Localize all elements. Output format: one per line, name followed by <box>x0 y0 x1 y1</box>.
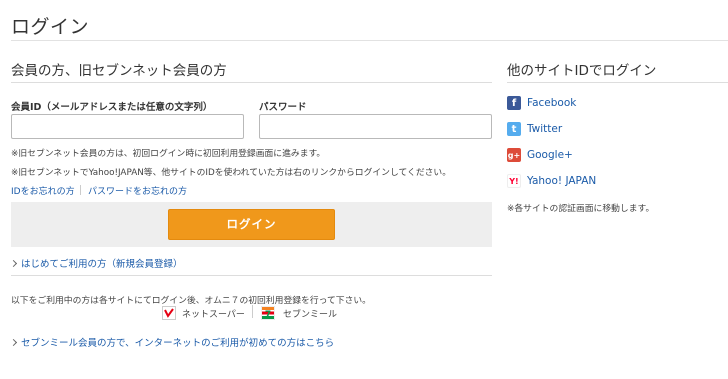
member-section-title: 会員の方、旧セブンネット会員の方 <box>11 63 227 79</box>
netsuper-brand: ネットスーパー <box>162 306 245 320</box>
page-title: ログイン <box>11 16 90 38</box>
facebook-login-link[interactable]: f Facebook <box>507 96 576 110</box>
facebook-icon: f <box>507 96 521 110</box>
social-section-divider <box>507 82 728 83</box>
netsuper-label: ネットスーパー <box>182 309 245 320</box>
seven-meal-label: セブンミール <box>283 309 338 320</box>
yahoo-japan-icon: Y! <box>507 174 521 188</box>
member-id-label: 会員ID（メールアドレスまたは任意の文字列） <box>11 102 213 113</box>
seven-meal-logo-icon: 7 <box>261 306 275 320</box>
twitter-label: Twitter <box>527 123 563 135</box>
yahoo-japan-login-link[interactable]: Y! Yahoo! JAPAN <box>507 174 596 188</box>
first-time-register-label: はじめてご利用の方（新規会員登録） <box>21 259 183 270</box>
netsuper-logo-icon <box>162 306 176 320</box>
svg-text:7: 7 <box>265 310 271 320</box>
yahoo-japan-label: Yahoo! JAPAN <box>527 175 597 187</box>
social-section-title: 他のサイトIDでログイン <box>507 63 657 79</box>
twitter-icon: t <box>507 122 521 136</box>
google-plus-label: Google+ <box>527 149 573 161</box>
seven-meal-first-time-link[interactable]: セブンミール会員の方で、インターネットのご利用が初めての方はこちら <box>9 335 335 349</box>
social-auth-note: ※各サイトの認証画面に移動します。 <box>507 204 655 214</box>
google-plus-login-link[interactable]: g+ Google+ <box>507 148 573 162</box>
section-divider <box>11 275 492 276</box>
member-section-divider <box>11 82 492 83</box>
forgot-id-link[interactable]: IDをお忘れの方 <box>11 184 75 197</box>
forgot-password-link[interactable]: パスワードをお忘れの方 <box>88 184 187 197</box>
google-plus-icon: g+ <box>507 148 521 162</box>
twitter-login-link[interactable]: t Twitter <box>507 122 562 136</box>
first-time-register-link[interactable]: はじめてご利用の方（新規会員登録） <box>9 256 183 270</box>
password-label: パスワード <box>259 102 307 113</box>
legacy-other-id-note: ※旧セブンネットでYahoo!JAPAN等、他サイトのIDを使われていた方は右の… <box>11 168 452 178</box>
chevron-right-icon <box>9 338 18 347</box>
title-divider <box>11 40 728 41</box>
other-services-note: 以下をご利用中の方は各サイトにてログイン後、オムニ７の初回利用登録を行って下さい… <box>11 296 371 306</box>
facebook-label: Facebook <box>527 97 577 109</box>
seven-meal-brand: 7 セブンミール <box>261 306 337 320</box>
login-button[interactable]: ログイン <box>168 209 335 240</box>
member-id-input[interactable] <box>11 114 244 139</box>
password-input[interactable] <box>259 114 492 139</box>
link-separator <box>80 185 81 195</box>
chevron-right-icon <box>9 259 18 268</box>
legacy-member-note: ※旧セブンネット会員の方は、初回ログイン時に初回利用登録画面に進みます。 <box>11 149 326 159</box>
seven-meal-first-time-label: セブンミール会員の方で、インターネットのご利用が初めての方はこちら <box>21 338 335 349</box>
brand-separator <box>252 305 253 318</box>
